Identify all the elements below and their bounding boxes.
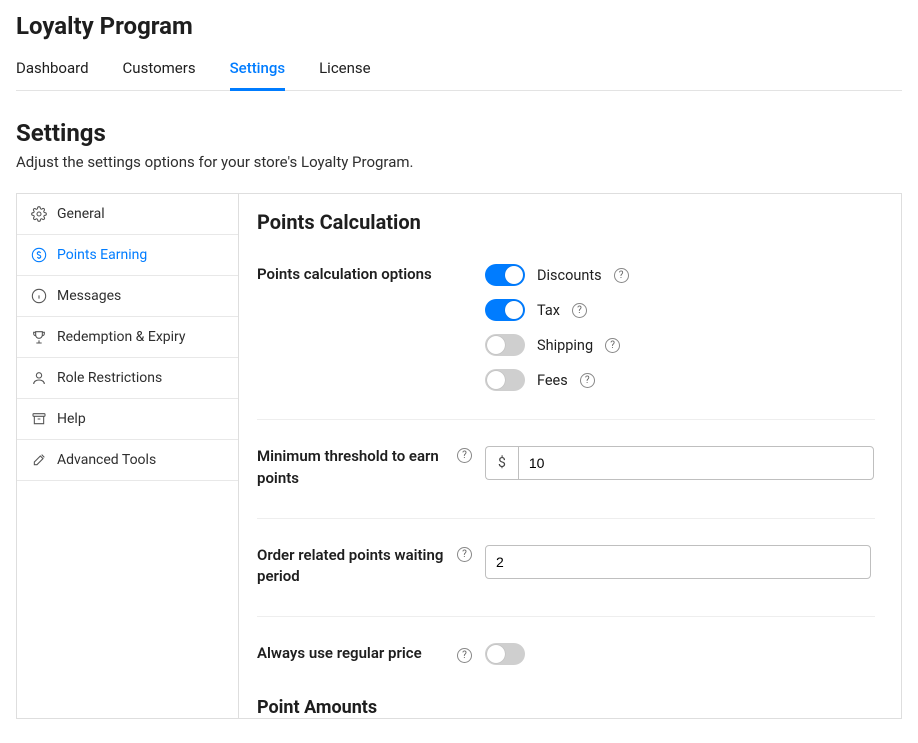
- point-amounts-heading: Point Amounts: [257, 697, 875, 718]
- section-title: Settings: [16, 119, 902, 147]
- settings-panel: General Points Earning Messages Redempti…: [16, 193, 902, 719]
- settings-content: Points Calculation Points calculation op…: [239, 194, 901, 718]
- tab-settings[interactable]: Settings: [230, 54, 286, 91]
- sidebar-item-label: Advanced Tools: [57, 452, 156, 468]
- help-icon[interactable]: ?: [572, 303, 587, 318]
- sidebar-item-role-restrictions[interactable]: Role Restrictions: [17, 358, 238, 399]
- page-title: Loyalty Program: [16, 12, 902, 40]
- sidebar-item-label: Role Restrictions: [57, 370, 162, 386]
- waiting-period-label: Order related points waiting period: [257, 545, 457, 589]
- toggle-regular-price[interactable]: [485, 643, 525, 665]
- row-calc-options: Points calculation options Discounts ? T…: [257, 264, 875, 419]
- tools-icon: [31, 452, 47, 468]
- toggle-shipping[interactable]: [485, 334, 525, 356]
- tab-dashboard[interactable]: Dashboard: [16, 54, 89, 90]
- toggle-discounts[interactable]: [485, 264, 525, 286]
- trophy-icon: [31, 329, 47, 345]
- toggle-fees[interactable]: [485, 369, 525, 391]
- sidebar-item-messages[interactable]: Messages: [17, 276, 238, 317]
- tab-bar: Dashboard Customers Settings License: [16, 54, 902, 91]
- toggle-shipping-label: Shipping: [537, 337, 593, 354]
- help-icon[interactable]: ?: [605, 338, 620, 353]
- sidebar-item-label: Help: [57, 411, 86, 427]
- help-icon[interactable]: ?: [457, 547, 472, 562]
- points-calculation-heading: Points Calculation: [257, 210, 875, 234]
- tab-customers[interactable]: Customers: [123, 54, 196, 90]
- help-icon[interactable]: ?: [614, 268, 629, 283]
- help-icon[interactable]: ?: [457, 448, 472, 463]
- waiting-period-input[interactable]: [485, 545, 871, 579]
- settings-sidebar: General Points Earning Messages Redempti…: [17, 194, 239, 718]
- min-threshold-input[interactable]: [518, 446, 874, 480]
- regular-price-label: Always use regular price: [257, 643, 457, 665]
- toggle-tax-label: Tax: [537, 302, 560, 319]
- sidebar-item-redemption-expiry[interactable]: Redemption & Expiry: [17, 317, 238, 358]
- sidebar-item-label: General: [57, 206, 105, 222]
- info-icon: [31, 288, 47, 304]
- help-icon[interactable]: ?: [457, 648, 472, 663]
- dollar-circle-icon: [31, 247, 47, 263]
- toggle-fees-label: Fees: [537, 372, 568, 389]
- tab-license[interactable]: License: [319, 54, 371, 90]
- toggle-discounts-label: Discounts: [537, 267, 602, 284]
- sidebar-item-label: Messages: [57, 288, 121, 304]
- sidebar-item-help[interactable]: Help: [17, 399, 238, 440]
- help-icon[interactable]: ?: [580, 373, 595, 388]
- archive-icon: [31, 411, 47, 427]
- row-waiting-period: Order related points waiting period ?: [257, 518, 875, 617]
- calc-options-label: Points calculation options: [257, 264, 457, 391]
- gear-icon: [31, 206, 47, 222]
- row-regular-price: Always use regular price ?: [257, 616, 875, 693]
- currency-prefix: $: [485, 446, 518, 480]
- sidebar-item-general[interactable]: General: [17, 194, 238, 235]
- min-threshold-label: Minimum threshold to earn points: [257, 446, 457, 490]
- row-min-threshold: Minimum threshold to earn points ? $: [257, 419, 875, 518]
- sidebar-item-label: Redemption & Expiry: [57, 329, 186, 345]
- sidebar-item-advanced-tools[interactable]: Advanced Tools: [17, 440, 238, 481]
- person-icon: [31, 370, 47, 386]
- sidebar-item-label: Points Earning: [57, 247, 147, 263]
- sidebar-item-points-earning[interactable]: Points Earning: [17, 235, 238, 276]
- section-subtitle: Adjust the settings options for your sto…: [16, 153, 902, 171]
- toggle-tax[interactable]: [485, 299, 525, 321]
